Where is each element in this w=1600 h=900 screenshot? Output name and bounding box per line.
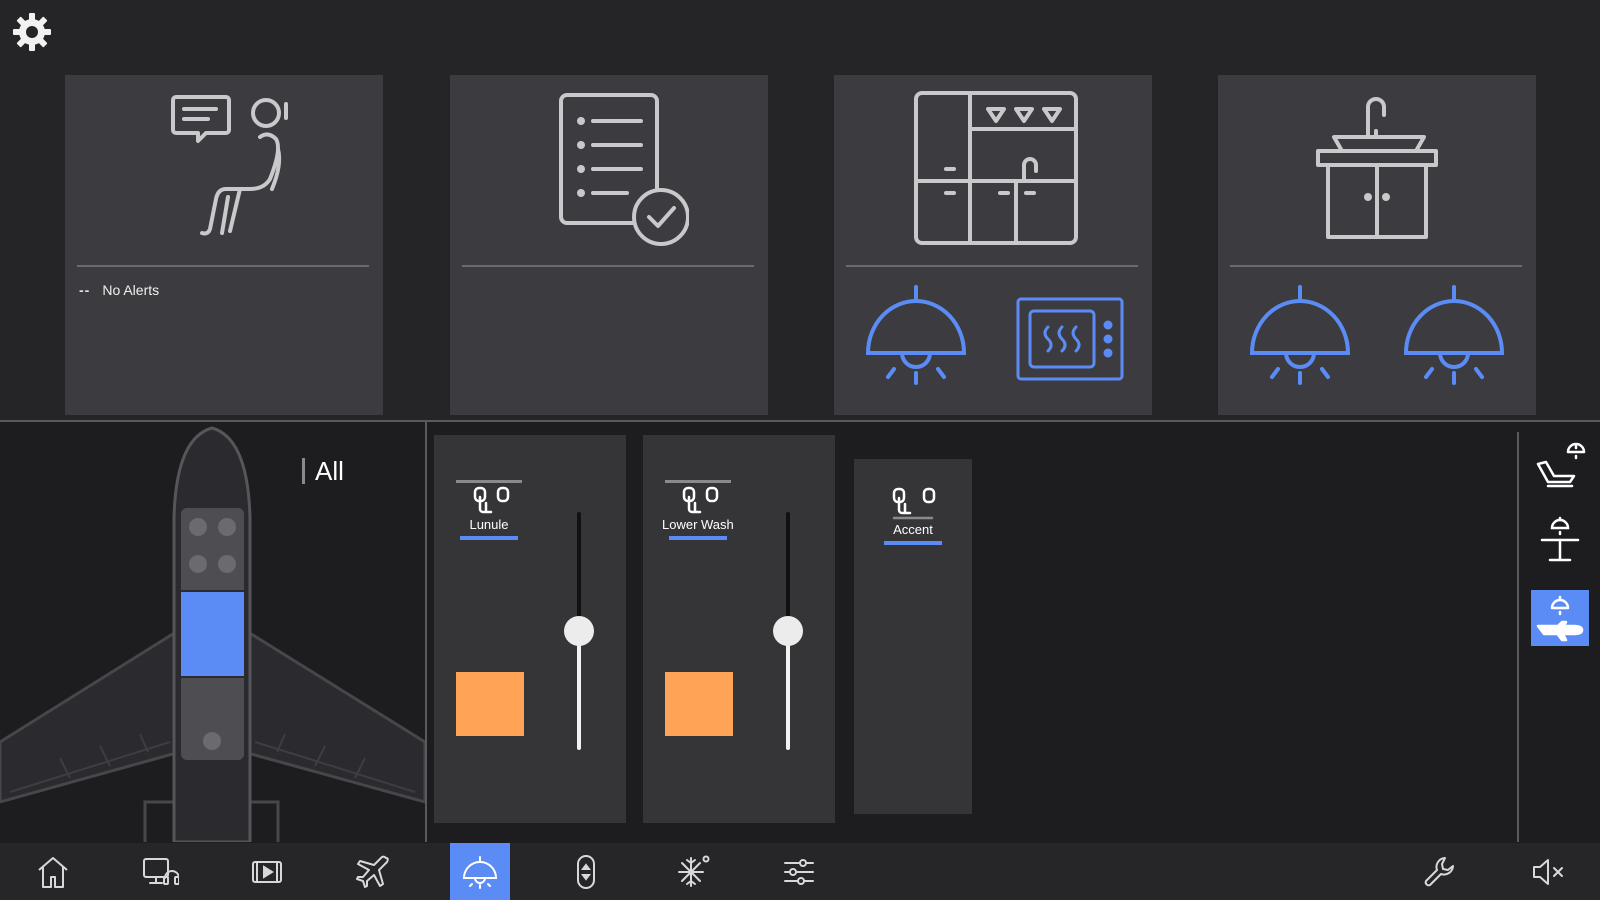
home-icon (38, 856, 68, 888)
zone-label[interactable]: All (302, 458, 344, 484)
seat-light-icon (1536, 442, 1586, 488)
light-label: Lunule (469, 517, 509, 532)
nav-media[interactable] (237, 843, 297, 900)
sink-icon (1316, 97, 1438, 239)
dimmer-slider-thumb[interactable] (564, 616, 594, 646)
nav-home[interactable] (23, 843, 83, 900)
nav-flight[interactable] (344, 843, 404, 900)
oven-icon[interactable] (1016, 297, 1124, 381)
gear-icon[interactable] (12, 12, 52, 52)
card-divider (77, 265, 369, 267)
window-shade-icon (577, 854, 595, 889)
checklist-card[interactable] (450, 75, 768, 415)
seat-dot (189, 555, 207, 573)
active-indicator (884, 541, 942, 545)
galley-card[interactable] (834, 75, 1152, 415)
card-divider (462, 265, 754, 267)
lavatory-card[interactable] (1218, 75, 1536, 415)
seat-light-button[interactable] (1531, 440, 1589, 496)
lav-light-icon[interactable] (1248, 285, 1352, 389)
light-chip-accent[interactable]: Accent (884, 486, 942, 545)
card-divider (1230, 265, 1522, 267)
light-chip-lunule[interactable]: Lunule (456, 480, 522, 540)
seat-dot (218, 518, 236, 536)
nav-maintenance[interactable] (1411, 843, 1471, 900)
cabin-light-icon (1536, 595, 1584, 642)
seat-chat-icon (171, 95, 288, 236)
chip-top-bar (664, 480, 731, 483)
lighting-icon (462, 855, 498, 889)
alert-text: No Alerts (102, 282, 160, 298)
slider-track-top (577, 512, 581, 631)
media-icon (252, 860, 282, 883)
color-swatch[interactable] (456, 672, 524, 736)
sidebar-divider (1517, 432, 1519, 842)
alert-marker: -- (79, 282, 91, 298)
light-label: Accent (893, 522, 933, 537)
aircraft-zone-map: All (0, 422, 425, 842)
chip-top-bar (456, 480, 522, 483)
nav-volume[interactable] (1518, 843, 1578, 900)
galley-light-icon[interactable] (864, 285, 968, 389)
galley-icon (914, 91, 1078, 245)
alert-status: -- No Alerts (79, 282, 159, 298)
monitor-headset-icon (143, 857, 179, 885)
light-chip-lower-wash[interactable]: Lower Wash (662, 480, 734, 540)
active-indicator (668, 536, 727, 540)
light-label: Lower Wash (662, 517, 734, 532)
table-light-icon (1540, 516, 1580, 562)
lav-light-2-icon[interactable] (1402, 285, 1506, 389)
active-indicator (460, 536, 518, 540)
nav-window-shade[interactable] (556, 843, 616, 900)
color-swatch[interactable] (665, 672, 733, 736)
seat-select-icon (892, 487, 936, 520)
mute-icon (1533, 858, 1563, 885)
nav-lighting[interactable] (450, 843, 510, 900)
nav-entertainment[interactable] (130, 843, 190, 900)
zone-mid-selected[interactable] (181, 592, 244, 676)
slider-track-top (786, 512, 790, 631)
passenger-alerts-card[interactable]: -- No Alerts (65, 75, 383, 415)
seat-dot (189, 518, 207, 536)
slider-track-bottom (786, 631, 790, 750)
dimmer-slider-thumb[interactable] (773, 616, 803, 646)
checklist-icon (559, 93, 689, 246)
nav-climate[interactable] (663, 843, 723, 900)
flight-icon (356, 855, 389, 888)
slider-track-bottom (577, 631, 581, 750)
card-divider (846, 265, 1138, 267)
seat-select-icon (473, 486, 510, 514)
seat-dot (218, 555, 236, 573)
settings-sliders-icon (784, 858, 814, 885)
nav-settings-sliders[interactable] (769, 843, 829, 900)
climate-icon (678, 855, 710, 887)
table-light-button[interactable] (1531, 512, 1589, 568)
cabin-light-button[interactable] (1531, 590, 1589, 646)
wrench-icon (1424, 856, 1454, 886)
vertical-divider (425, 422, 427, 842)
seat-dot (203, 732, 221, 750)
seat-select-icon (682, 486, 719, 514)
